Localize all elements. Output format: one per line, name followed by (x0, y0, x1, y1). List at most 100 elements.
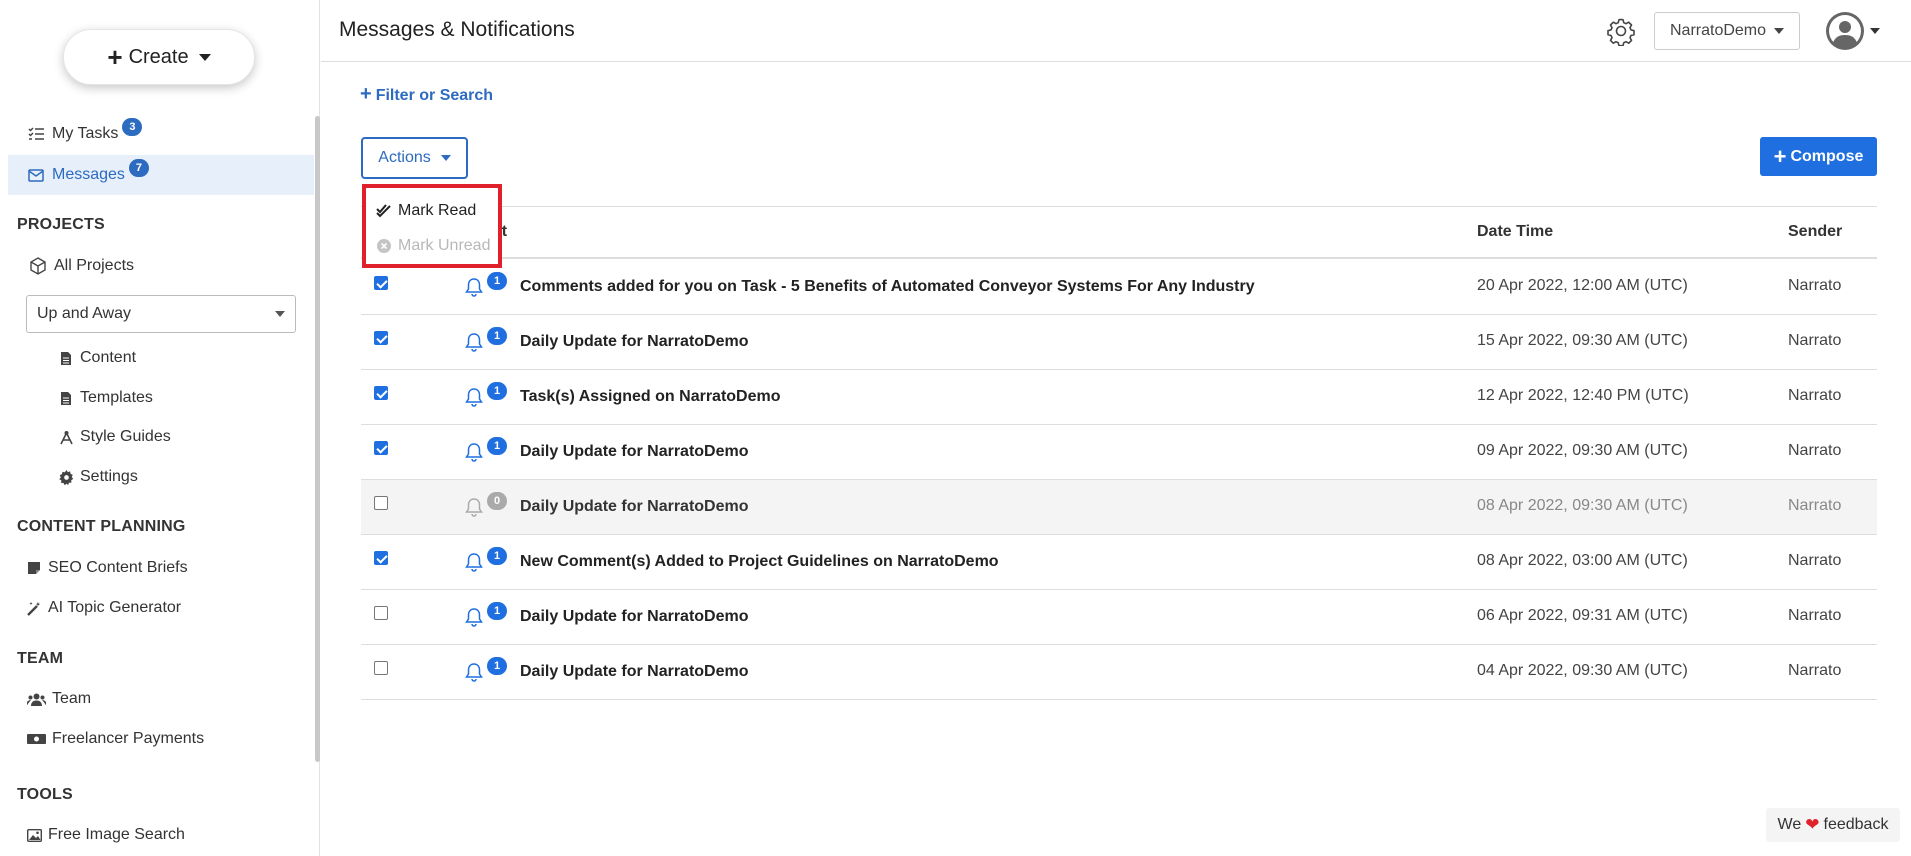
row-checkbox[interactable] (374, 661, 388, 675)
row-checkbox[interactable] (374, 606, 388, 620)
message-subject[interactable]: Daily Update for NarratoDemo (520, 333, 749, 351)
mark-read-menu-item[interactable]: Mark Read (376, 202, 476, 220)
table-row[interactable]: 1 Daily Update for NarratoDemo 06 Apr 2022… (361, 590, 1877, 645)
table-row[interactable]: 1 Daily Update for NarratoDemo 15 Apr 2022… (361, 315, 1877, 370)
notification-count-badge: 1 (487, 547, 507, 565)
table-row[interactable]: 0 Daily Update for NarratoDemo 08 Apr 2022… (361, 480, 1877, 535)
message-subject[interactable]: Daily Update for NarratoDemo (520, 498, 749, 516)
row-checkbox[interactable] (374, 276, 388, 290)
message-datetime: 08 Apr 2022, 09:30 AM (UTC) (1477, 497, 1688, 514)
message-datetime: 08 Apr 2022, 03:00 AM (UTC) (1477, 552, 1688, 569)
table-header: ect Date Time Sender (361, 206, 1877, 259)
projects-section-title: PROJECTS (17, 216, 105, 233)
user-avatar-icon[interactable] (1826, 12, 1864, 50)
message-subject[interactable]: Daily Update for NarratoDemo (520, 663, 749, 681)
message-datetime: 12 Apr 2022, 12:40 PM (UTC) (1477, 387, 1689, 404)
column-header-datetime[interactable]: Date Time (1477, 223, 1553, 241)
sidebar-item-settings[interactable]: Settings (58, 468, 138, 486)
sidebar-item-templates[interactable]: Templates (58, 389, 153, 407)
sidebar-item-freelancer-payments[interactable]: Freelancer Payments (26, 730, 204, 748)
magic-wand-icon (26, 601, 42, 616)
row-checkbox[interactable] (374, 331, 388, 345)
messages-count-badge: 7 (128, 159, 149, 177)
message-subject[interactable]: Daily Update for NarratoDemo (520, 608, 749, 626)
sidebar-item-style-guides[interactable]: Style Guides (58, 428, 171, 446)
sidebar-item-label: Free Image Search (48, 826, 185, 843)
sidebar-item-label: Style Guides (80, 428, 171, 445)
message-sender: Narrato (1788, 277, 1842, 294)
money-bill-icon (26, 733, 46, 745)
row-checkbox[interactable] (374, 496, 388, 510)
column-header-sender[interactable]: Sender (1788, 223, 1842, 241)
workspace-dropdown[interactable]: NarratoDemo (1654, 12, 1800, 50)
bell-icon (465, 662, 483, 682)
create-button[interactable]: + Create (63, 29, 255, 85)
bell-icon (465, 607, 483, 627)
row-checkbox[interactable] (374, 441, 388, 455)
notification-count-badge: 1 (487, 272, 507, 290)
sidebar-item-label: All Projects (54, 257, 135, 274)
team-section-title: TEAM (17, 650, 64, 667)
sidebar-item-all-projects[interactable]: All Projects (8, 246, 314, 286)
sidebar-item-free-image-search[interactable]: Free Image Search (26, 826, 185, 844)
bell-icon (465, 442, 483, 462)
file-text-icon (58, 391, 74, 406)
table-row[interactable]: 1 New Comment(s) Added to Project Guideli… (361, 535, 1877, 590)
message-sender: Narrato (1788, 662, 1842, 679)
bell-icon (465, 552, 483, 572)
chevron-down-icon (198, 53, 211, 61)
actions-dropdown-button[interactable]: Actions (361, 137, 468, 179)
row-checkbox[interactable] (374, 551, 388, 565)
sidebar-item-team[interactable]: Team (26, 690, 91, 708)
users-icon (26, 693, 46, 706)
workspace-label: NarratoDemo (1669, 22, 1767, 39)
actions-label: Actions (378, 149, 431, 166)
sidebar-item-ai-topic-generator[interactable]: AI Topic Generator (26, 599, 181, 617)
plus-icon: + (1773, 143, 1787, 169)
project-select[interactable]: Up and Away (26, 295, 296, 333)
bell-icon (465, 387, 483, 407)
message-sender: Narrato (1788, 387, 1842, 404)
message-sender: Narrato (1788, 442, 1842, 459)
sidebar-item-label: Templates (80, 389, 153, 406)
chevron-down-icon (1774, 28, 1785, 34)
message-subject[interactable]: New Comment(s) Added to Project Guidelin… (520, 553, 999, 571)
double-check-icon (376, 204, 392, 218)
message-subject[interactable]: Comments added for you on Task - 5 Benef… (520, 278, 1255, 296)
table-row[interactable]: 1 Daily Update for NarratoDemo 09 Apr 2022… (361, 425, 1877, 480)
sidebar-item-my-tasks[interactable]: My Tasks 3 (8, 114, 314, 154)
compose-button[interactable]: + Compose (1760, 137, 1877, 176)
sidebar-scrollbar[interactable] (315, 116, 320, 762)
top-header: Messages & Notifications NarratoDemo (321, 0, 1911, 62)
chevron-down-icon[interactable] (1870, 28, 1880, 34)
sidebar-item-label: Messages (52, 166, 125, 183)
sidebar-item-label: My Tasks (52, 125, 119, 142)
sidebar-item-label: Content (80, 349, 137, 366)
filter-label: Filter or Search (375, 87, 494, 104)
chevron-down-icon (440, 155, 451, 161)
table-row[interactable]: 1 Daily Update for NarratoDemo 04 Apr 2022… (361, 645, 1877, 700)
table-row[interactable]: 1 Task(s) Assigned on NarratoDemo 12 Apr 2… (361, 370, 1877, 425)
sidebar-item-messages[interactable]: Messages 7 (8, 155, 314, 195)
notification-count-badge: 1 (487, 382, 507, 400)
filter-or-search-link[interactable]: + Filter or Search (360, 83, 493, 106)
message-sender: Narrato (1788, 332, 1842, 349)
table-row[interactable]: 1 Comments added for you on Task - 5 Bene… (361, 260, 1877, 315)
notification-count-badge: 1 (487, 657, 507, 675)
sidebar-item-label: Team (52, 690, 92, 707)
plus-icon: + (107, 42, 123, 72)
sidebar-item-content[interactable]: Content (58, 349, 136, 367)
mark-unread-menu-item[interactable]: Mark Unread (376, 237, 490, 255)
mark-read-label: Mark Read (398, 202, 477, 219)
bell-icon (465, 332, 483, 352)
message-subject[interactable]: Task(s) Assigned on NarratoDemo (520, 388, 781, 406)
sidebar-item-seo-briefs[interactable]: SEO Content Briefs (26, 559, 188, 577)
compose-label: Compose (1790, 147, 1864, 165)
gear-icon (58, 469, 74, 485)
gear-icon[interactable] (1606, 16, 1636, 47)
plus-icon: + (360, 83, 372, 105)
row-checkbox[interactable] (374, 386, 388, 400)
feedback-button[interactable]: We ❤ feedback (1766, 808, 1900, 842)
message-subject[interactable]: Daily Update for NarratoDemo (520, 443, 749, 461)
sidebar: + Create My Tasks 3 Messages 7 PROJECTS … (0, 0, 320, 856)
